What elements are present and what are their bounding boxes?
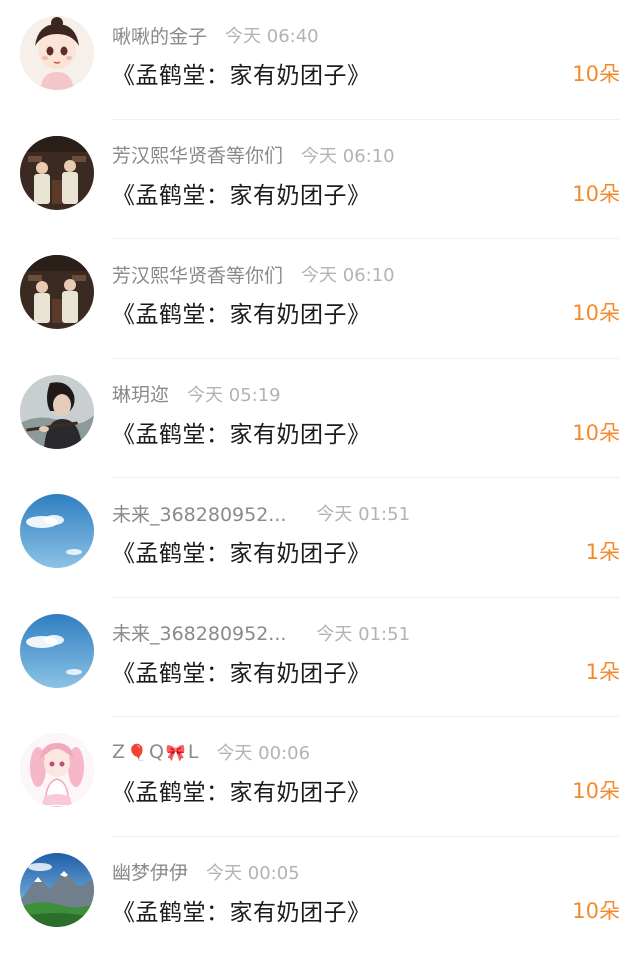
gift-record-list: 啾啾的金子 今天 06:40 《孟鹤堂：家有奶团子》 10朵 芳汉熙华贤香等你们… (0, 0, 640, 956)
gift-content[interactable]: 《孟鹤堂：家有奶团子》 (112, 56, 371, 90)
gift-content[interactable]: 《孟鹤堂：家有奶团子》 (112, 415, 371, 449)
list-item[interactable]: Z🎈Q🎀L 今天 00:06 《孟鹤堂：家有奶团子》 10朵 (0, 717, 640, 837)
ribbon-icon: 🎀 (166, 743, 186, 762)
timestamp: 今天 01:51 (316, 620, 410, 646)
timestamp: 今天 00:06 (216, 739, 310, 765)
list-item[interactable]: 未来_368280952... 今天 01:51 《孟鹤堂：家有奶团子》 1朵 (0, 478, 640, 598)
gift-count: 10朵 (572, 297, 620, 327)
username[interactable]: 未来_368280952... (112, 619, 286, 646)
username[interactable]: 芳汉熙华贤香等你们 (112, 261, 283, 288)
gift-count: 10朵 (572, 417, 620, 447)
item-meta: 啾啾的金子 今天 06:40 (112, 22, 319, 48)
username[interactable]: 啾啾的金子 (112, 22, 207, 49)
list-item[interactable]: 啾啾的金子 今天 06:40 《孟鹤堂：家有奶团子》 10朵 (0, 0, 640, 120)
gift-content[interactable]: 《孟鹤堂：家有奶团子》 (112, 773, 371, 807)
list-item[interactable]: 芳汉熙华贤香等你们 今天 06:10 《孟鹤堂：家有奶团子》 10朵 (0, 120, 640, 240)
list-item[interactable]: 琳玥迩 今天 05:19 《孟鹤堂：家有奶团子》 10朵 (0, 359, 640, 479)
item-meta: Z🎈Q🎀L 今天 00:06 (112, 739, 310, 765)
item-meta: 芳汉熙华贤香等你们 今天 06:10 (112, 142, 395, 168)
list-item[interactable]: 幽梦伊伊 今天 00:05 《孟鹤堂：家有奶团子》 10朵 (0, 837, 640, 956)
username-part: Q (149, 741, 164, 763)
gift-content[interactable]: 《孟鹤堂：家有奶团子》 (112, 295, 371, 329)
gift-count: 10朵 (572, 178, 620, 208)
balloon-icon: 🎈 (127, 743, 147, 762)
username-part: L (188, 741, 199, 763)
item-meta: 未来_368280952... 今天 01:51 (112, 500, 410, 526)
timestamp: 今天 06:10 (301, 142, 395, 168)
timestamp: 今天 00:05 (206, 859, 300, 885)
item-meta: 芳汉熙华贤香等你们 今天 06:10 (112, 261, 395, 287)
gift-count: 1朵 (586, 536, 620, 566)
username[interactable]: Z🎈Q🎀L (112, 741, 198, 763)
stage-performers-avatar-icon[interactable] (20, 255, 94, 329)
flute-player-avatar-icon[interactable] (20, 375, 94, 449)
gift-content[interactable]: 《孟鹤堂：家有奶团子》 (112, 176, 371, 210)
blue-sky-avatar-icon[interactable] (20, 494, 94, 568)
timestamp: 今天 06:40 (225, 22, 319, 48)
blue-sky-avatar-icon[interactable] (20, 614, 94, 688)
username[interactable]: 幽梦伊伊 (112, 858, 188, 885)
gift-content[interactable]: 《孟鹤堂：家有奶团子》 (112, 654, 371, 688)
item-meta: 未来_368280952... 今天 01:51 (112, 620, 410, 646)
username[interactable]: 琳玥迩 (112, 380, 169, 407)
gift-count: 10朵 (572, 58, 620, 88)
username[interactable]: 未来_368280952... (112, 500, 286, 527)
gift-count: 1朵 (586, 656, 620, 686)
mountain-landscape-avatar-icon[interactable] (20, 853, 94, 927)
timestamp: 今天 05:19 (187, 381, 281, 407)
pink-anime-girl-avatar-icon[interactable] (20, 733, 94, 807)
username-part: Z (112, 741, 125, 763)
list-item[interactable]: 未来_368280952... 今天 01:51 《孟鹤堂：家有奶团子》 1朵 (0, 598, 640, 718)
gift-content[interactable]: 《孟鹤堂：家有奶团子》 (112, 534, 371, 568)
item-meta: 幽梦伊伊 今天 00:05 (112, 859, 300, 885)
username[interactable]: 芳汉熙华贤香等你们 (112, 141, 283, 168)
gift-count: 10朵 (572, 895, 620, 925)
cartoon-girl-avatar-icon[interactable] (20, 16, 94, 90)
gift-count: 10朵 (572, 775, 620, 805)
timestamp: 今天 06:10 (301, 261, 395, 287)
list-item[interactable]: 芳汉熙华贤香等你们 今天 06:10 《孟鹤堂：家有奶团子》 10朵 (0, 239, 640, 359)
stage-performers-avatar-icon[interactable] (20, 136, 94, 210)
gift-content[interactable]: 《孟鹤堂：家有奶团子》 (112, 893, 371, 927)
timestamp: 今天 01:51 (316, 500, 410, 526)
item-meta: 琳玥迩 今天 05:19 (112, 381, 281, 407)
